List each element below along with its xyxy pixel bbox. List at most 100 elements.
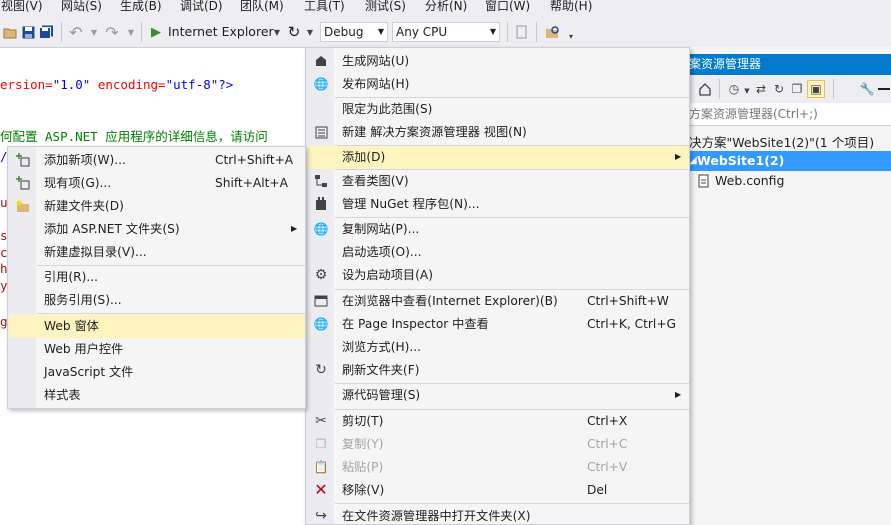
add-menu-item-existing-item[interactable]: 现有项(G)... Shift+Alt+A <box>9 172 305 195</box>
play-icon[interactable]: ▶ <box>148 24 164 40</box>
solution-node[interactable]: 决方案"WebSite1(2)"(1 个项目) <box>689 133 891 153</box>
solution-explorer-panel: 案资源管理器 ◷ ▼ ⇄ ↻ ❐ ▣ 🔧 方案资源管理器(Ctrl+;) 决方案… <box>689 47 891 525</box>
undo-icon[interactable]: ↶ <box>68 23 84 42</box>
context-menu-item-page-inspector[interactable]: 🌐 在 Page Inspector 中查看 Ctrl+K, Ctrl+G <box>307 313 689 336</box>
menu-tools[interactable]: 工具(T) <box>304 0 345 14</box>
run-browser-label[interactable]: Internet Explorer <box>168 24 274 39</box>
menu-help[interactable]: 帮助(H) <box>550 0 592 14</box>
add-menu-item-shortcut: Ctrl+Shift+A <box>215 153 294 167</box>
class-diagram-icon <box>313 174 329 188</box>
context-menu-item-manage-nuget[interactable]: 管理 NuGet 程序包(N)... <box>307 193 689 216</box>
add-menu-item-javascript-file[interactable]: JavaScript 文件 <box>9 361 305 384</box>
platform-select[interactable]: Any CPU ▼ <box>392 22 500 42</box>
chevron-down-icon[interactable]: ▼ <box>302 24 318 40</box>
configuration-select[interactable]: Debug ▼ <box>320 22 388 42</box>
context-menu-item-view-in-browser[interactable]: 在浏览器中查看(Internet Explorer)(B) Ctrl+Shift… <box>307 290 689 313</box>
context-menu-item-source-control[interactable]: 源代码管理(S) ▶ <box>307 384 689 407</box>
show-all-files-icon[interactable]: ▣ <box>807 80 825 98</box>
context-menu-item-shortcut: Ctrl+Shift+W <box>587 294 669 308</box>
refresh-icon[interactable]: ↻ <box>771 81 787 97</box>
context-menu-item-view-class-diagram[interactable]: 查看类图(V) <box>307 170 689 193</box>
context-menu-item-paste[interactable]: 📋 粘贴(P) Ctrl+V <box>307 456 689 479</box>
collapse-all-icon[interactable]: ❐ <box>789 81 805 97</box>
menu-separator <box>37 313 305 314</box>
menu-window[interactable]: 窗口(W) <box>485 0 530 14</box>
properties-wrench-icon[interactable]: 🔧 <box>859 81 875 97</box>
context-menu-item-label: 复制(Y) <box>342 437 384 451</box>
add-menu-item-label: 引用(R)... <box>44 270 98 284</box>
menu-test[interactable]: 测试(S) <box>365 0 406 14</box>
context-menu-item-add[interactable]: 添加(D) ▶ <box>307 146 689 169</box>
platform-value: Any CPU <box>396 25 448 39</box>
refresh-icon[interactable]: ↻ <box>286 23 302 41</box>
remove-icon: ✕ <box>314 480 328 499</box>
chevron-down-icon[interactable]: ▼ <box>269 24 285 40</box>
add-menu-item-new-folder[interactable]: 新建文件夹(D) <box>9 195 305 218</box>
context-menu-item-label: 在 Page Inspector 中查看 <box>342 317 489 331</box>
context-menu-item-publish-website[interactable]: 🌐 发布网站(H) <box>307 73 689 96</box>
project-node[interactable]: ◢ WebSite1(2) <box>689 151 891 171</box>
add-menu-item-web-user-control[interactable]: Web 用户控件 <box>9 338 305 361</box>
code-attr-encoding: encoding= <box>90 77 166 92</box>
build-icon <box>313 54 329 68</box>
context-menu-item-open-in-explorer[interactable]: ↪ 在文件资源管理器中打开文件夹(X) <box>307 505 689 525</box>
menu-view[interactable]: 视图(V) <box>1 0 43 14</box>
document-icon[interactable] <box>514 24 530 40</box>
menu-debug[interactable]: 调试(D) <box>180 0 223 14</box>
context-menu-item-remove[interactable]: ✕ 移除(V) Del <box>307 479 689 502</box>
add-menu-item-virtual-directory[interactable]: 新建虚拟目录(V)... <box>9 241 305 264</box>
toolbar-separator <box>719 79 720 99</box>
context-menu-item-shortcut: Ctrl+V <box>587 460 628 474</box>
add-menu-item-label: 服务引用(S)... <box>44 293 122 307</box>
save-all-icon[interactable] <box>38 24 54 40</box>
redo-icon[interactable]: ↷ <box>104 23 120 42</box>
refresh-icon: ↻ <box>315 362 327 378</box>
file-node[interactable]: Web.config <box>689 171 891 191</box>
copy-website-icon: 🌐 <box>313 222 329 236</box>
menu-website[interactable]: 网站(S) <box>61 0 102 14</box>
context-menu-item-shortcut: Ctrl+X <box>587 414 628 428</box>
sync-icon[interactable]: ⇄ <box>753 81 769 97</box>
context-menu-item-scope-to-this[interactable]: 限定为此范围(S) <box>307 98 689 121</box>
context-menu-item-build-website[interactable]: 生成网站(U) <box>307 50 689 73</box>
add-menu-item-aspnet-folder[interactable]: 添加 ASP.NET 文件夹(S) ▶ <box>9 218 305 241</box>
add-menu-item-web-form[interactable]: Web 窗体 <box>9 315 305 338</box>
context-menu-item-copy-website[interactable]: 🌐 复制网站(P)... <box>307 218 689 241</box>
menu-team[interactable]: 团队(M) <box>240 0 284 14</box>
config-file-icon <box>697 174 711 193</box>
chevron-down-icon[interactable]: ▾ <box>563 28 579 44</box>
context-menu-item-copy[interactable]: ❐ 复制(Y) Ctrl+C <box>307 433 689 456</box>
context-menu-item-label: 限定为此范围(S) <box>342 102 433 116</box>
add-existing-item-icon <box>15 176 31 190</box>
save-icon[interactable] <box>20 24 36 40</box>
add-menu-item-stylesheet[interactable]: 样式表 <box>9 384 305 407</box>
add-menu-item-service-reference[interactable]: 服务引用(S)... <box>9 289 305 312</box>
preview-icon[interactable] <box>877 81 891 97</box>
context-menu-item-label: 启动选项(O)... <box>342 245 422 259</box>
chevron-down-icon[interactable]: ▼ <box>86 24 102 40</box>
code-line-xml-declaration: ersion="1.0" encoding="utf-8"?> <box>0 77 233 92</box>
context-menu-item-set-startup[interactable]: ⚙ 设为启动项目(A) <box>307 264 689 287</box>
add-submenu: 添加新项(W)... Ctrl+Shift+A 现有项(G)... Shift+… <box>7 146 306 409</box>
toolbar-separator <box>61 22 62 42</box>
home-icon[interactable] <box>697 81 713 97</box>
add-menu-item-reference[interactable]: 引用(R)... <box>9 266 305 289</box>
context-menu-item-refresh-folder[interactable]: ↻ 刷新文件夹(F) <box>307 359 689 382</box>
chevron-down-icon[interactable]: ▼ <box>123 24 139 40</box>
configuration-value: Debug <box>324 25 364 39</box>
context-menu-item-start-options[interactable]: 启动选项(O)... <box>307 241 689 264</box>
add-menu-item-new-item[interactable]: 添加新项(W)... Ctrl+Shift+A <box>9 149 305 172</box>
cut-icon: ✂ <box>315 413 327 429</box>
context-menu-item-browse-with[interactable]: 浏览方式(H)... <box>307 336 689 359</box>
open-file-icon[interactable] <box>2 24 18 40</box>
find-in-files-icon[interactable] <box>544 24 560 40</box>
add-menu-item-label: Web 窗体 <box>44 319 99 333</box>
menu-build[interactable]: 生成(B) <box>120 0 162 14</box>
solution-explorer-search[interactable]: 方案资源管理器(Ctrl+;) <box>689 103 891 126</box>
solution-explorer-title[interactable]: 案资源管理器 <box>689 54 891 75</box>
context-menu-item-cut[interactable]: ✂ 剪切(T) Ctrl+X <box>307 410 689 433</box>
context-menu-item-new-view[interactable]: 新建 解决方案资源管理器 视图(N) <box>307 121 689 144</box>
gear-icon: ⚙ <box>314 267 328 283</box>
menu-analyze[interactable]: 分析(N) <box>425 0 467 14</box>
expand-arrow-icon[interactable]: ◢ <box>689 151 697 170</box>
